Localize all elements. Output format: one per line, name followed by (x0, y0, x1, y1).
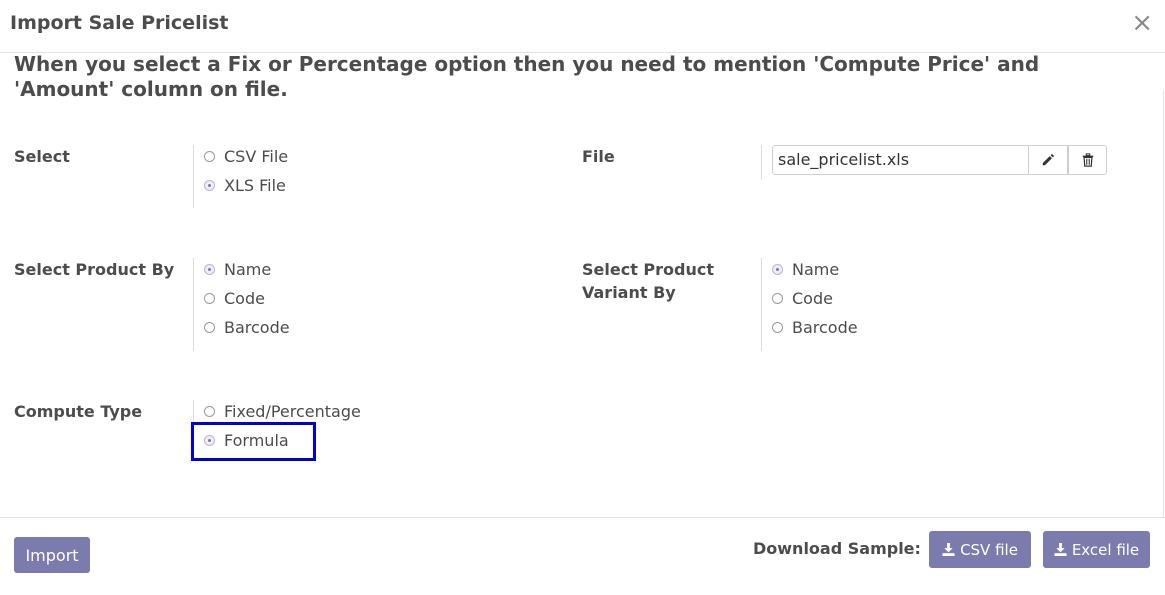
import-button[interactable]: Import (14, 537, 90, 573)
dialog-body-border (1163, 90, 1164, 518)
footer-divider (0, 517, 1165, 518)
radio-csv-file[interactable]: CSV File (204, 145, 288, 167)
radio-button[interactable] (204, 150, 215, 162)
radio-product-name[interactable]: Name (204, 258, 271, 280)
variant-by-label: Select Product Variant By (582, 258, 714, 304)
download-sample-label: Download Sample: (753, 539, 921, 558)
notice-text: When you select a Fix or Percentage opti… (14, 52, 1040, 101)
radio-label: Barcode (792, 317, 858, 337)
radio-button[interactable] (772, 321, 783, 333)
radio-button[interactable] (204, 405, 215, 417)
compute-type-label: Compute Type (14, 402, 143, 421)
radio-label: Code (792, 288, 833, 308)
radio-button[interactable] (204, 321, 215, 333)
radio-fixed-percentage[interactable]: Fixed/Percentage (204, 400, 361, 422)
edit-file-button[interactable] (1028, 145, 1068, 175)
dialog-title: Import Sale Pricelist (10, 12, 229, 34)
radio-button[interactable] (772, 292, 783, 304)
field-divider (193, 258, 194, 351)
delete-file-button[interactable] (1068, 145, 1107, 175)
product-by-label: Select Product By (14, 260, 175, 279)
radio-label: XLS File (224, 175, 286, 195)
field-divider (761, 145, 762, 180)
radio-xls-file[interactable]: XLS File (204, 174, 286, 196)
radio-label: CSV File (224, 146, 289, 166)
pencil-icon (1042, 153, 1055, 166)
trash-icon (1082, 153, 1093, 167)
selection-highlight-box (191, 422, 316, 461)
radio-label: Barcode (224, 317, 290, 337)
field-divider (761, 258, 762, 351)
radio-product-code[interactable]: Code (204, 287, 265, 309)
radio-variant-code[interactable]: Code (772, 287, 833, 309)
variant-by-label-line2: Variant By (582, 283, 676, 302)
radio-label: Name (792, 259, 840, 279)
variant-by-label-line1: Select Product (582, 260, 714, 279)
excel-file-label: Excel file (1071, 540, 1140, 559)
file-name-field[interactable]: sale_pricelist.xls (772, 145, 1029, 175)
radio-product-barcode[interactable]: Barcode (204, 316, 290, 338)
radio-variant-barcode[interactable]: Barcode (772, 316, 858, 338)
field-divider (193, 145, 194, 208)
download-icon (1054, 543, 1067, 556)
field-divider (193, 400, 194, 422)
radio-button[interactable] (772, 263, 783, 275)
radio-button[interactable] (204, 179, 215, 191)
radio-label: Code (224, 288, 265, 308)
file-label: File (582, 147, 615, 166)
radio-variant-name[interactable]: Name (772, 258, 839, 280)
radio-button[interactable] (204, 263, 215, 275)
download-icon (942, 543, 955, 556)
csv-file-button[interactable]: CSV file (929, 531, 1031, 568)
close-icon[interactable]: × (1131, 9, 1153, 37)
radio-label: Name (224, 259, 272, 279)
radio-button[interactable] (204, 292, 215, 304)
csv-file-label: CSV file (960, 540, 1018, 559)
radio-label: Fixed/Percentage (224, 401, 361, 421)
select-label: Select (14, 147, 70, 166)
dialog-header: Import Sale Pricelist × (0, 0, 1165, 53)
excel-file-button[interactable]: Excel file (1043, 531, 1150, 568)
